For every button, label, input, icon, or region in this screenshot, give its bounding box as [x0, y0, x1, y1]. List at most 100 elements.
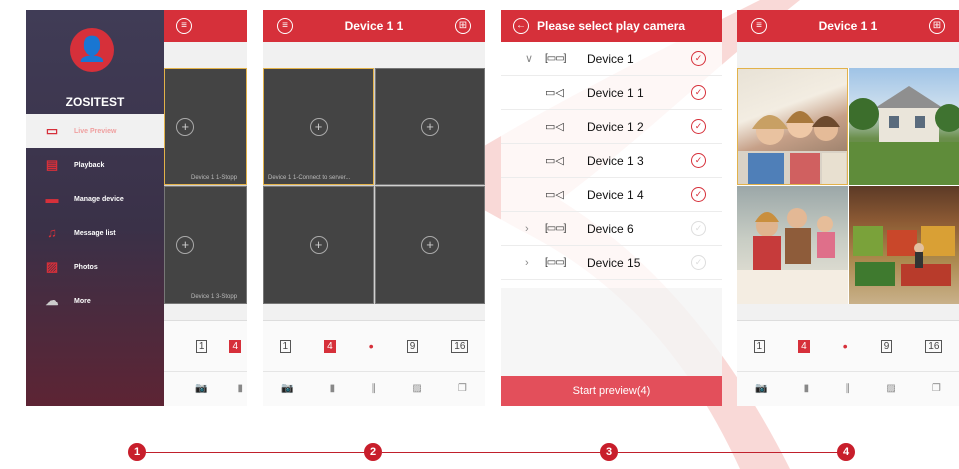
- camera-feed-house[interactable]: [849, 68, 959, 185]
- check-icon[interactable]: ✓: [691, 153, 706, 168]
- add-camera-icon[interactable]: +: [176, 236, 195, 254]
- menu-item-message-list[interactable]: ♫ Message list: [26, 216, 164, 250]
- pause-icon[interactable]: ∥: [371, 383, 376, 394]
- start-preview-button[interactable]: Start preview(4): [501, 376, 722, 406]
- preview-cell[interactable]: +: [375, 68, 485, 185]
- layout-9-button[interactable]: 9: [880, 339, 893, 353]
- page-title: Device 1 1: [818, 19, 878, 33]
- camera-icon: ▭◁: [545, 155, 564, 167]
- menu-list: ▭ Live Preview ▤ Playback ▬ Manage device ♫…: [26, 114, 164, 318]
- menu-icon[interactable]: ≡: [176, 18, 192, 34]
- camera-feed-family[interactable]: [737, 68, 848, 185]
- page-title: Please select play camera: [537, 19, 686, 33]
- fullscreen-icon[interactable]: ❐: [932, 383, 941, 394]
- dvr-icon: [▭▭]: [545, 53, 566, 64]
- page-title: Device 1 1: [344, 19, 404, 33]
- record-icon[interactable]: ▮: [237, 383, 243, 394]
- preview-cell[interactable]: +: [375, 186, 485, 304]
- cloud-icon: ☁: [45, 293, 59, 308]
- preview-cell[interactable]: +: [263, 186, 374, 304]
- check-icon[interactable]: ✓: [691, 187, 706, 202]
- list-item[interactable]: ▭◁ Device 1 1 ✓: [501, 76, 722, 110]
- snapshot-icon[interactable]: 📷: [755, 383, 767, 394]
- bottom-controls: 1 4 • 9 16 📷 ▮ ∥ ▨ ❐: [263, 320, 485, 406]
- step-1-badge: 1: [128, 443, 146, 461]
- chevron-right-icon[interactable]: ›: [525, 223, 529, 235]
- menu-icon[interactable]: ≡: [277, 18, 293, 34]
- dvr-icon: [▭▭]: [545, 223, 566, 234]
- step-indicator: 1 2 3 4: [0, 440, 959, 464]
- menu-item-live-preview[interactable]: ▭ Live Preview: [26, 114, 164, 148]
- camera-list-icon[interactable]: ⊞: [929, 18, 945, 34]
- check-icon[interactable]: ✓: [691, 221, 706, 236]
- quality-icon[interactable]: ▨: [412, 383, 421, 394]
- layout-16-button[interactable]: 16: [925, 339, 943, 353]
- list-item[interactable]: ▭◁ Device 1 4 ✓: [501, 178, 722, 212]
- record-icon[interactable]: ▮: [804, 383, 810, 394]
- camera-icon: ▭◁: [545, 189, 564, 201]
- fullscreen-icon[interactable]: ❐: [458, 383, 467, 394]
- side-menu: 👤 ZOSITEST ▭ Live Preview ▤ Playback ▬ Mana…: [26, 10, 164, 406]
- list-item[interactable]: ∨ [▭▭] Device 1 ✓: [501, 42, 722, 76]
- camera-feed-kitchen[interactable]: [737, 186, 848, 304]
- snapshot-icon[interactable]: 📷: [281, 383, 293, 394]
- menu-icon[interactable]: ≡: [751, 18, 767, 34]
- cell-status-label: Device 1 1-Stopp: [191, 175, 238, 181]
- menu-item-photos[interactable]: ▨ Photos: [26, 250, 164, 284]
- add-camera-icon[interactable]: +: [421, 236, 439, 254]
- preview-grid: + Device 1 1-Connect to server... + + +: [263, 68, 485, 304]
- header-bar: ≡ Device 1 1 ⊞: [737, 10, 959, 42]
- chevron-right-icon[interactable]: ›: [525, 257, 529, 269]
- layout-9-button[interactable]: 9: [406, 339, 419, 353]
- check-icon[interactable]: ✓: [691, 51, 706, 66]
- header-bar: ≡ Device 1 1 ⊞: [263, 10, 485, 42]
- list-item[interactable]: ▭◁ Device 1 3 ✓: [501, 144, 722, 178]
- panel-select-camera: ← Please select play camera ∨ [▭▭] Devic…: [501, 10, 722, 406]
- camera-icon: ▭◁: [545, 87, 564, 99]
- page-indicator: •: [842, 337, 848, 354]
- layout-4-button[interactable]: 4: [229, 339, 241, 353]
- layout-4-button[interactable]: 4: [324, 339, 336, 353]
- cell-status-label: Device 1 1-Connect to server...: [268, 175, 351, 181]
- list-empty-area: [501, 288, 722, 376]
- check-icon[interactable]: ✓: [691, 119, 706, 134]
- preview-cell[interactable]: + Device 1 3-Stopp: [164, 186, 247, 304]
- step-connector: [382, 452, 610, 453]
- list-item[interactable]: › [▭▭] Device 6 ✓: [501, 212, 722, 246]
- layout-1-button[interactable]: 1: [279, 339, 292, 353]
- layout-1-button[interactable]: 1: [195, 339, 208, 353]
- list-item[interactable]: ▭◁ Device 1 2 ✓: [501, 110, 722, 144]
- panel-side-menu: ≡ + Device 1 1-Stopp + Device 1 3-Stopp …: [26, 10, 247, 406]
- camera-list: ∨ [▭▭] Device 1 ✓ ▭◁ Device 1 1 ✓ ▭◁ Dev…: [501, 42, 722, 288]
- layout-4-button[interactable]: 4: [798, 339, 810, 353]
- add-camera-icon[interactable]: +: [309, 236, 328, 254]
- quality-icon[interactable]: ▨: [886, 383, 895, 394]
- pause-icon[interactable]: ∥: [845, 383, 850, 394]
- add-camera-icon[interactable]: +: [421, 117, 439, 136]
- page-indicator: •: [368, 337, 374, 354]
- menu-item-more[interactable]: ☁ More: [26, 284, 164, 318]
- camera-list-icon[interactable]: ⊞: [455, 18, 471, 34]
- step-connector: [618, 452, 846, 453]
- preview-grid: [737, 68, 959, 304]
- camera-feed-market[interactable]: [849, 186, 959, 304]
- snapshot-icon[interactable]: 📷: [195, 383, 207, 394]
- camera-icon: ▭◁: [545, 121, 564, 133]
- preview-cell[interactable]: + Device 1 1-Connect to server...: [263, 68, 374, 185]
- record-icon[interactable]: ▮: [330, 383, 336, 394]
- preview-cell[interactable]: + Device 1 1-Stopp: [164, 68, 247, 185]
- check-icon[interactable]: ✓: [691, 85, 706, 100]
- chevron-down-icon[interactable]: ∨: [525, 52, 533, 65]
- back-icon[interactable]: ←: [513, 18, 529, 34]
- check-icon[interactable]: ✓: [691, 255, 706, 270]
- list-item[interactable]: › [▭▭] Device 15 ✓: [501, 246, 722, 280]
- layout-1-button[interactable]: 1: [753, 339, 766, 353]
- market-photo-icon: [853, 226, 955, 286]
- avatar[interactable]: 👤: [70, 28, 114, 72]
- add-camera-icon[interactable]: +: [309, 117, 328, 136]
- header-bar: ← Please select play camera: [501, 10, 722, 42]
- layout-16-button[interactable]: 16: [451, 339, 469, 353]
- menu-item-playback[interactable]: ▤ Playback: [26, 148, 164, 182]
- menu-item-manage-device[interactable]: ▬ Manage device: [26, 182, 164, 216]
- add-camera-icon[interactable]: +: [176, 117, 195, 136]
